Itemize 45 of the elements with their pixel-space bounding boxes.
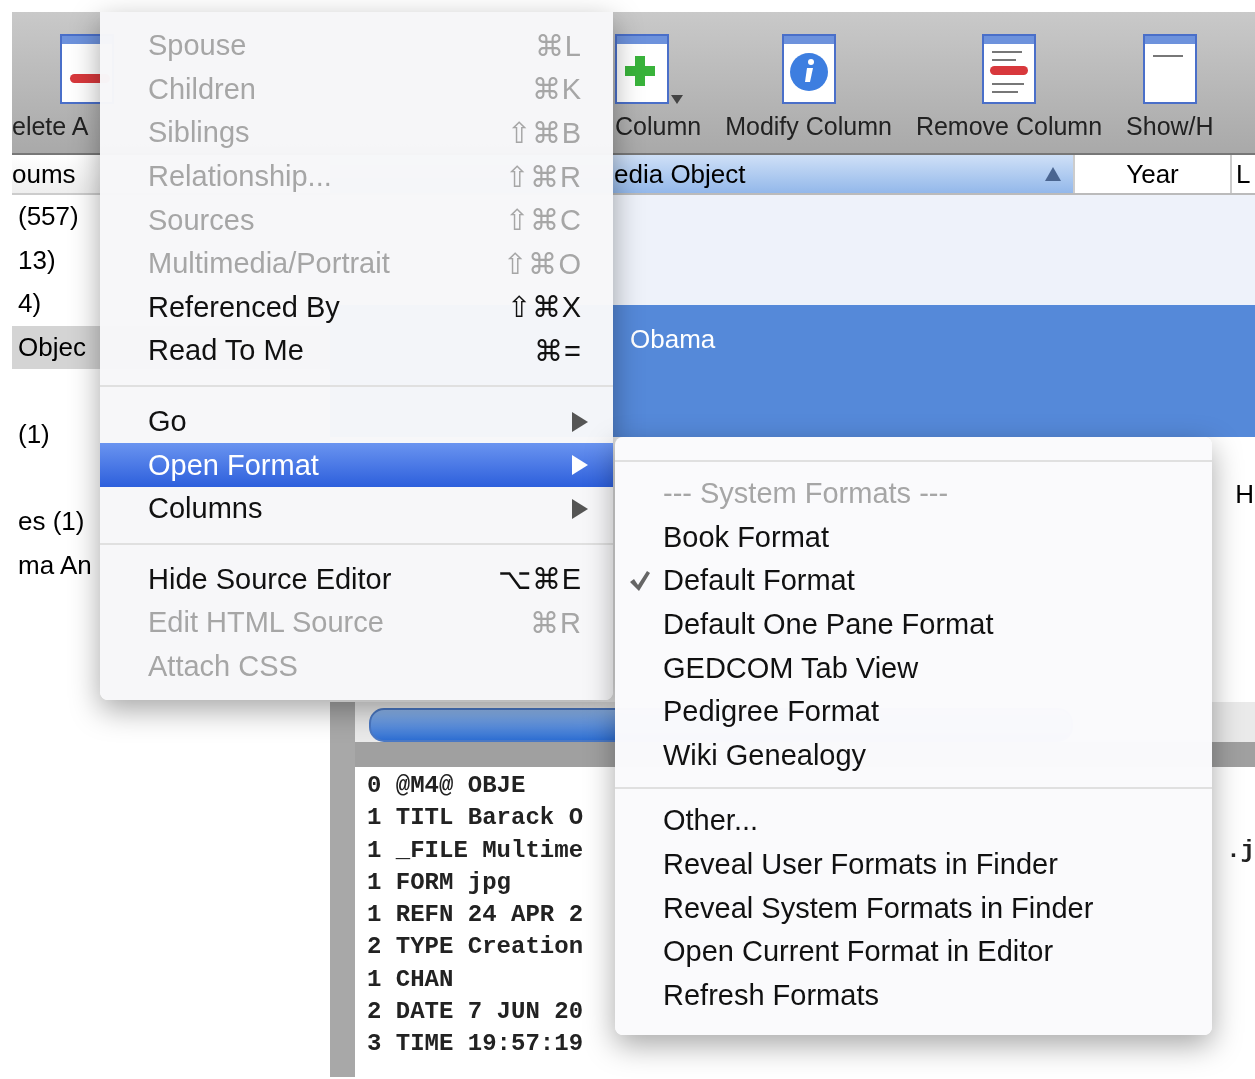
- menu-item[interactable]: Hide Source Editor ⌥⌘E: [100, 557, 613, 602]
- code-line: 2 TYPE Creation: [367, 932, 584, 963]
- column-header[interactable]: Year: [1075, 155, 1232, 193]
- doc-icon: [1142, 34, 1197, 104]
- shortcut-label: ⌥⌘E: [497, 562, 582, 597]
- toolbar-button[interactable]: Column: [613, 34, 714, 153]
- shortcut-label: ⌘K: [531, 72, 582, 107]
- shortcut-label: ⌘R: [530, 605, 582, 640]
- code-line: 1 CHAN: [367, 964, 454, 995]
- menu-item[interactable]: Refresh Formats: [615, 973, 1212, 1018]
- shortcut-label: ⌘L: [534, 28, 582, 63]
- menu-item[interactable]: Reveal User Formats in Finder: [615, 842, 1212, 887]
- toolbar-button[interactable]: Remove Column: [903, 34, 1115, 153]
- toolbar-button[interactable]: Show/H: [1114, 34, 1226, 153]
- shortcut-label: ⌘=: [534, 333, 582, 368]
- code-fragment: .j: [1226, 835, 1255, 866]
- menu-item[interactable]: Other...: [615, 799, 1212, 843]
- shortcut-label: ⇧⌘B: [506, 116, 582, 150]
- menu-item[interactable]: Pedigree Format: [615, 689, 1212, 734]
- remove-doc-icon: [982, 34, 1036, 104]
- menu-item[interactable]: Default One Pane Format: [615, 602, 1212, 647]
- shortcut-label: ⇧⌘R: [505, 159, 582, 194]
- add-doc-icon: [615, 34, 669, 104]
- toolbar-button[interactable]: Modify Column: [713, 34, 904, 153]
- menu-item[interactable]: Open Format: [100, 443, 613, 487]
- code-line: 1 FORM jpg: [367, 867, 512, 898]
- dropdown-arrow-icon: [671, 95, 683, 104]
- menu-item[interactable]: Open Current Format in Editor: [615, 929, 1212, 974]
- shortcut-label: ⇧⌘O: [503, 246, 582, 281]
- menu-item[interactable]: Default Format: [615, 559, 1212, 603]
- menu-item[interactable]: Book Format: [615, 515, 1212, 560]
- info-doc-icon: [781, 34, 836, 104]
- code-line: 1 REFN 24 APR 2: [367, 900, 584, 931]
- menu-item[interactable]: GEDCOM Tab View: [615, 646, 1212, 690]
- menu-item[interactable]: Reveal System Formats in Finder: [615, 886, 1212, 930]
- shortcut-label: ⇧⌘C: [505, 203, 582, 238]
- menu-item[interactable]: Columns: [100, 486, 613, 531]
- code-line: 0 @M4@ OBJE: [367, 771, 526, 801]
- text-fragment: H: [1235, 479, 1255, 510]
- code-line: 3 TIME 19:57:19: [367, 1029, 584, 1060]
- code-line: 1 TITL Barack O: [367, 803, 584, 834]
- code-line: 1 _FILE Multime: [367, 835, 584, 866]
- menu-item[interactable]: Wiki Genealogy: [615, 733, 1212, 778]
- column-header[interactable]: L: [1232, 155, 1255, 193]
- code-line: 2 DATE 7 JUN 20: [367, 997, 584, 1028]
